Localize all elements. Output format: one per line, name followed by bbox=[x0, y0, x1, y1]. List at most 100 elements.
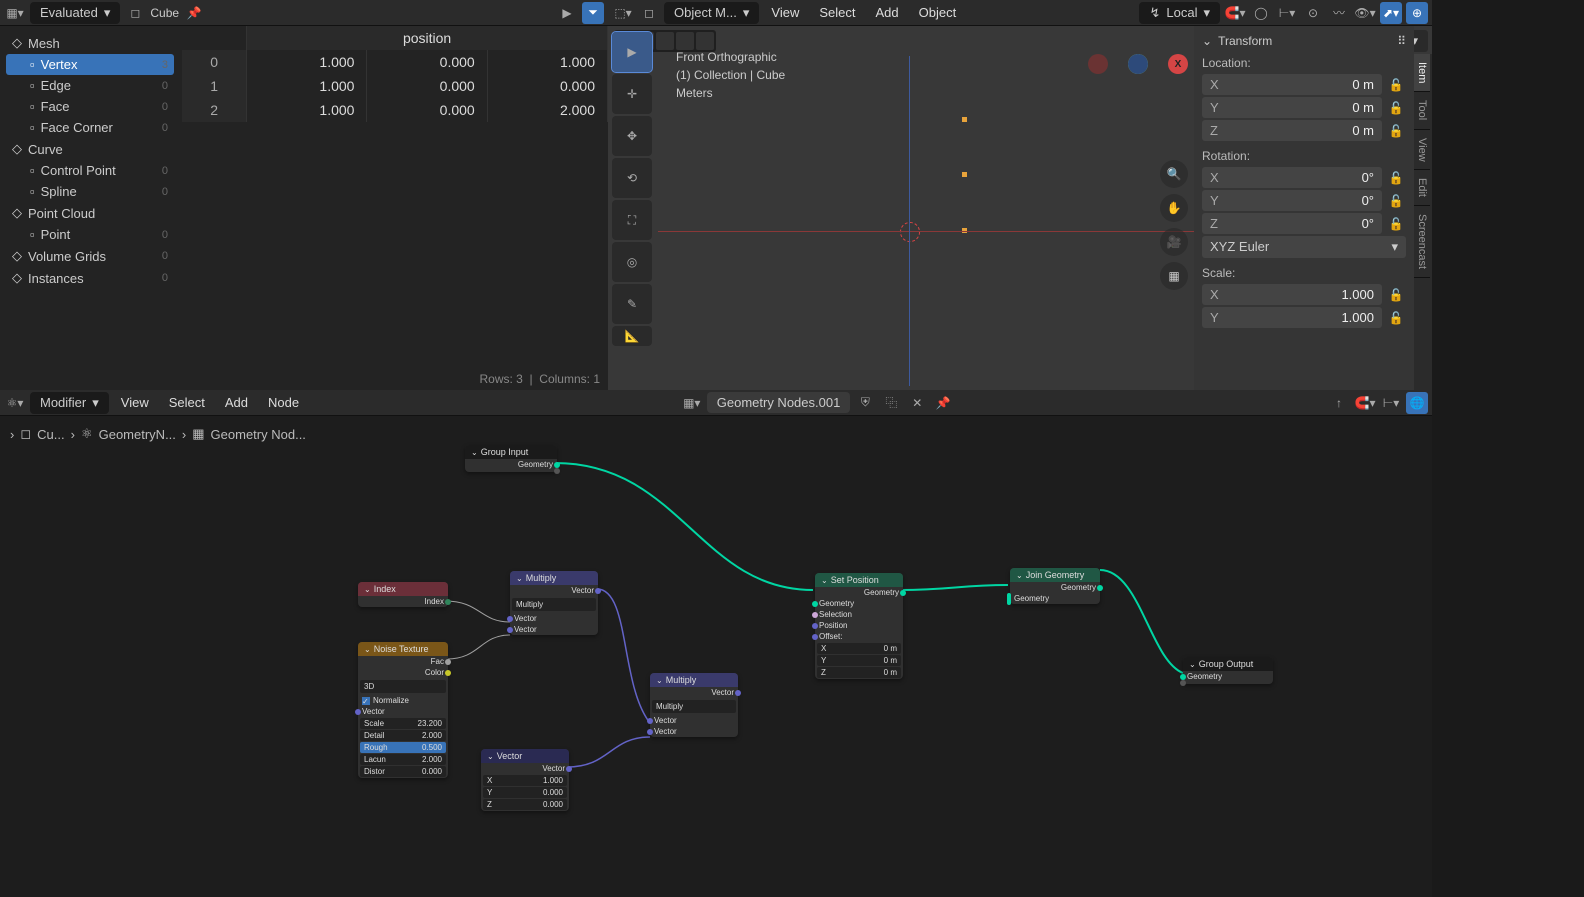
socket-geometry[interactable]: Geometry bbox=[465, 459, 557, 470]
menu-add[interactable]: Add bbox=[217, 392, 256, 413]
tool-move[interactable]: ✥ bbox=[612, 116, 652, 156]
lock-icon[interactable]: 🔓 bbox=[1386, 124, 1406, 138]
socket-geometry-in[interactable]: Geometry bbox=[1010, 593, 1100, 604]
pin-icon[interactable]: 📌 bbox=[932, 392, 954, 414]
editor-type-icon[interactable]: ▦▾ bbox=[4, 2, 26, 24]
lock-icon[interactable]: 🔓 bbox=[1386, 217, 1406, 231]
nodetree-name[interactable]: Geometry Nodes.001 bbox=[707, 392, 851, 413]
rotation-y[interactable]: Y0° bbox=[1202, 190, 1382, 211]
rotation-x[interactable]: X0° bbox=[1202, 167, 1382, 188]
domain-point-cloud[interactable]: ◇ Point Cloud bbox=[6, 202, 174, 224]
col-position[interactable]: position bbox=[247, 26, 608, 50]
table-row[interactable]: 11.0000.0000.000 bbox=[182, 74, 608, 98]
mode-dropdown[interactable]: Object M... ▾ bbox=[664, 2, 759, 24]
node-title[interactable]: Multiply bbox=[510, 571, 598, 585]
node-set-position[interactable]: Set Position Geometry Geometry Selection… bbox=[815, 573, 903, 679]
node-vector[interactable]: Vector Vector X1.000Y0.000Z0.000 bbox=[481, 749, 569, 811]
node-multiply-1[interactable]: Multiply Vector Multiply Vector Vector bbox=[510, 571, 598, 635]
tool-cursor[interactable]: ✛ bbox=[612, 74, 652, 114]
editor-type-icon[interactable]: ⚛▾ bbox=[4, 392, 26, 414]
eval-state-dropdown[interactable]: Evaluated ▾ bbox=[30, 2, 120, 24]
crumb-object[interactable]: Cu... bbox=[37, 427, 64, 442]
domain-face[interactable]: ▫ Face0 bbox=[6, 96, 174, 117]
node-title[interactable]: Multiply bbox=[650, 673, 738, 687]
tool-measure[interactable]: 📐 bbox=[612, 326, 652, 346]
menu-select[interactable]: Select bbox=[161, 392, 213, 413]
menu-object[interactable]: Object bbox=[911, 2, 965, 23]
table-row[interactable]: 01.0000.0001.000 bbox=[182, 50, 608, 74]
lock-icon[interactable]: 🔓 bbox=[1386, 194, 1406, 208]
snap-icon[interactable]: 🧲▾ bbox=[1354, 392, 1376, 414]
operation-dropdown[interactable]: Multiply bbox=[652, 700, 736, 713]
camera-icon[interactable]: 🎥 bbox=[1160, 228, 1188, 256]
crumb-modifier[interactable]: GeometryN... bbox=[99, 427, 176, 442]
noise-field[interactable]: Distor0.000 bbox=[360, 766, 446, 777]
selection-filter-icon[interactable]: ▶ bbox=[556, 2, 578, 24]
proportional-icon[interactable]: ◯ bbox=[1250, 2, 1272, 24]
parent-icon[interactable]: ↑ bbox=[1328, 392, 1350, 414]
3d-viewport[interactable]: ⬚▾ ◻ Object M... ▾ View Select Add Objec… bbox=[608, 0, 1432, 390]
duplicate-icon[interactable]: ⿻ bbox=[880, 392, 902, 414]
table-row[interactable]: 21.0000.0002.000 bbox=[182, 98, 608, 122]
socket-vector-a[interactable]: Vector bbox=[510, 613, 598, 624]
noise-field[interactable]: Lacun2.000 bbox=[360, 754, 446, 765]
dimensions-dropdown[interactable]: 3D bbox=[360, 680, 446, 693]
lock-icon[interactable]: 🔓 bbox=[1386, 288, 1406, 302]
curve-icon[interactable]: ⊙ bbox=[1302, 2, 1324, 24]
socket-selection[interactable]: Selection bbox=[815, 609, 903, 620]
menu-select[interactable]: Select bbox=[811, 2, 863, 23]
tool-annotate[interactable]: ✎ bbox=[612, 284, 652, 324]
shield-icon[interactable]: ⛨ bbox=[854, 392, 876, 414]
gizmo-toggle-icon[interactable]: ⬈▾ bbox=[1380, 2, 1402, 24]
tab-edit[interactable]: Edit bbox=[1414, 170, 1430, 206]
socket-geometry-in[interactable]: Geometry bbox=[815, 598, 903, 609]
node-title[interactable]: Vector bbox=[481, 749, 569, 763]
node-index[interactable]: Index Index bbox=[358, 582, 448, 607]
node-join-geometry[interactable]: Join Geometry Geometry Geometry bbox=[1010, 568, 1100, 604]
selmode-3-icon[interactable] bbox=[656, 32, 674, 50]
rotation-mode-dropdown[interactable]: XYZ Euler▾ bbox=[1202, 236, 1406, 258]
node-noise-texture[interactable]: Noise Texture Fac Color 3D ✓Normalize Ve… bbox=[358, 642, 448, 778]
socket-vector-b[interactable]: Vector bbox=[650, 726, 738, 737]
zoom-icon[interactable]: 🔍 bbox=[1160, 160, 1188, 188]
socket-vector-a[interactable]: Vector bbox=[650, 715, 738, 726]
tree-type-dropdown[interactable]: Modifier ▾ bbox=[30, 392, 109, 414]
filter-icon[interactable]: ⏷ bbox=[582, 2, 604, 24]
noise-field[interactable]: Rough0.500 bbox=[360, 742, 446, 753]
socket-vector-out[interactable]: Vector bbox=[481, 763, 569, 774]
socket-color[interactable]: Color bbox=[358, 667, 448, 678]
snap-icon[interactable]: 🧲▾ bbox=[1224, 2, 1246, 24]
tool-transform[interactable]: ◎ bbox=[612, 242, 652, 282]
socket-geometry-out[interactable]: Geometry bbox=[1010, 582, 1100, 593]
socket-fac[interactable]: Fac bbox=[358, 656, 448, 667]
tab-item[interactable]: Item bbox=[1414, 54, 1430, 92]
socket-geometry-out[interactable]: Geometry bbox=[815, 587, 903, 598]
socket-geometry[interactable]: Geometry bbox=[1183, 671, 1273, 682]
domain-point[interactable]: ▫ Point0 bbox=[6, 224, 174, 245]
tool-select-box[interactable]: ▶ bbox=[612, 32, 652, 72]
offset-field[interactable]: Z0 m bbox=[817, 667, 901, 678]
gizmo-neg-x-icon[interactable] bbox=[1088, 54, 1108, 74]
vector-field[interactable]: Z0.000 bbox=[483, 799, 567, 810]
domain-spline[interactable]: ▫ Spline0 bbox=[6, 181, 174, 202]
domain-volume-grids[interactable]: ◇ Volume Grids0 bbox=[6, 245, 174, 267]
node-multiply-2[interactable]: Multiply Vector Multiply Vector Vector bbox=[650, 673, 738, 737]
overlay-icon[interactable]: ⊢▾ bbox=[1380, 392, 1402, 414]
socket-vector-out[interactable]: Vector bbox=[510, 585, 598, 596]
snap-target-icon[interactable]: ⊢▾ bbox=[1276, 2, 1298, 24]
lock-icon[interactable]: 🔓 bbox=[1386, 101, 1406, 115]
gizmo-x-icon[interactable]: X bbox=[1168, 54, 1188, 74]
node-group-input[interactable]: Group Input Geometry bbox=[465, 445, 557, 472]
menu-view[interactable]: View bbox=[763, 2, 807, 23]
vector-field[interactable]: Y0.000 bbox=[483, 787, 567, 798]
wave-icon[interactable]: 〰 bbox=[1328, 2, 1350, 24]
socket-vector-b[interactable]: Vector bbox=[510, 624, 598, 635]
noise-field[interactable]: Scale23.200 bbox=[360, 718, 446, 729]
rotation-z[interactable]: Z0° bbox=[1202, 213, 1382, 234]
node-title[interactable]: Group Input bbox=[465, 445, 557, 459]
tab-view[interactable]: View bbox=[1414, 130, 1430, 171]
vector-field[interactable]: X1.000 bbox=[483, 775, 567, 786]
scale-x[interactable]: X1.000 bbox=[1202, 284, 1382, 305]
editor-type-icon[interactable]: ⬚▾ bbox=[612, 2, 634, 24]
persp-icon[interactable]: ▦ bbox=[1160, 262, 1188, 290]
